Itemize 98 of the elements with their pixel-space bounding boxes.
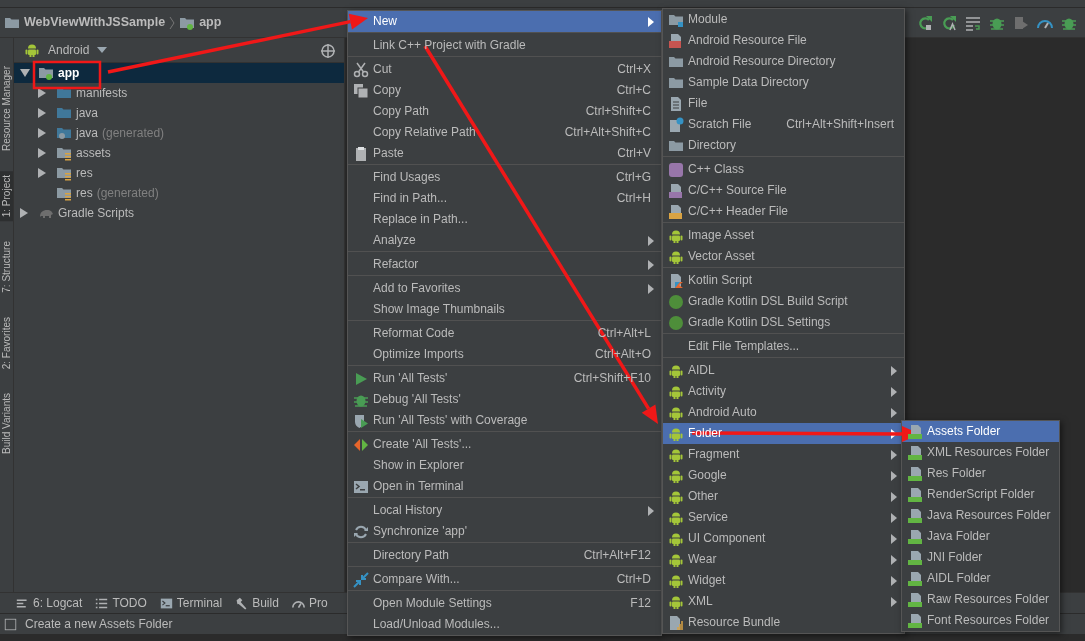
menu-item[interactable]: Find Usages Ctrl+G xyxy=(348,167,661,188)
shortcut-label: Ctrl+Alt+Shift+C xyxy=(563,124,651,141)
menu-item[interactable]: Android Resource File xyxy=(663,30,904,51)
menu-item[interactable]: C/C++ Source File xyxy=(663,180,904,201)
menu-item[interactable]: Directory xyxy=(663,135,904,156)
menu-item[interactable]: Assets Folder xyxy=(902,421,1059,442)
menu-item[interactable]: C/C++ Header File xyxy=(663,201,904,222)
menu-item[interactable]: Refactor xyxy=(348,254,661,275)
menu-item[interactable]: Raw Resources Folder xyxy=(902,589,1059,610)
menu-item[interactable]: Kotlin Script xyxy=(663,270,904,291)
tree-row[interactable]: java xyxy=(14,103,344,123)
shortcut-label: F12 xyxy=(629,595,651,612)
menu-item[interactable]: Load/Unload Modules... xyxy=(348,614,661,635)
tree-row[interactable]: Gradle Scripts xyxy=(14,203,344,223)
tree-row[interactable]: app xyxy=(14,63,344,83)
menu-item[interactable]: Image Asset xyxy=(663,225,904,246)
menu-item[interactable]: JNI Folder xyxy=(902,547,1059,568)
menu-item[interactable]: Service xyxy=(663,507,904,528)
menu-item[interactable]: Copy Ctrl+C xyxy=(348,80,661,101)
menu-item[interactable]: Debug 'All Tests' xyxy=(348,389,661,410)
menu-item[interactable]: AIDL Folder xyxy=(902,568,1059,589)
tool-tab[interactable]: Pro xyxy=(308,594,328,612)
shortcut-label: Ctrl+V xyxy=(616,145,651,162)
menu-item[interactable]: Sample Data Directory xyxy=(663,72,904,93)
menu-item[interactable]: Link C++ Project with Gradle xyxy=(348,35,661,56)
menu-item[interactable]: Run 'All Tests' with Coverage xyxy=(348,410,661,431)
menu-item[interactable]: XML Resources Folder xyxy=(902,442,1059,463)
tree-row[interactable]: res xyxy=(14,163,344,183)
menu-item[interactable]: Edit File Templates... xyxy=(663,336,904,357)
menu-item[interactable]: Wear xyxy=(663,549,904,570)
shortcut-label: Ctrl+Alt+F12 xyxy=(582,547,651,564)
menu-item[interactable]: Analyze xyxy=(348,230,661,251)
status-message: Create a new Assets Folder xyxy=(25,616,173,633)
menu-item[interactable]: Fragment xyxy=(663,444,904,465)
tool-tab[interactable]: TODO xyxy=(112,594,147,612)
menu-item[interactable]: Local History xyxy=(348,500,661,521)
shortcut-label: Ctrl+X xyxy=(616,61,651,78)
view-selector[interactable]: Android xyxy=(48,41,90,59)
menu-item[interactable]: Font Resources Folder xyxy=(902,610,1059,631)
menu-item[interactable]: File xyxy=(663,93,904,114)
breadcrumb-item[interactable]: WebViewWithJSSample xyxy=(24,13,166,32)
menu-item[interactable]: Copy Relative Path Ctrl+Alt+Shift+C xyxy=(348,122,661,143)
menu-item[interactable]: Find in Path... Ctrl+H xyxy=(348,188,661,209)
menu-item[interactable]: Module xyxy=(663,9,904,30)
menu-item[interactable]: Synchronize 'app' xyxy=(348,521,661,542)
menu-item[interactable]: Create 'All Tests'... xyxy=(348,434,661,455)
menu-item[interactable]: C++ Class xyxy=(663,159,904,180)
shortcut-label: Ctrl+G xyxy=(615,169,651,186)
shortcut-label: Ctrl+Shift+C xyxy=(584,103,651,120)
menu-item[interactable]: Replace in Path... xyxy=(348,209,661,230)
menu-item[interactable]: Resource Bundle xyxy=(663,612,904,633)
tree-row[interactable]: manifests xyxy=(14,83,344,103)
menu-item[interactable]: Vector Asset xyxy=(663,246,904,267)
shortcut-label: Ctrl+Alt+Shift+Insert xyxy=(785,116,894,133)
generated-note: (generated) xyxy=(96,185,159,202)
tree-row[interactable]: java (generated) xyxy=(14,123,344,143)
menu-item[interactable]: Compare With... Ctrl+D xyxy=(348,569,661,590)
menu-item[interactable]: Java Folder xyxy=(902,526,1059,547)
tool-window-tab[interactable]: Resource Manager xyxy=(0,62,13,156)
menu-item[interactable]: Gradle Kotlin DSL Build Script xyxy=(663,291,904,312)
menu-item[interactable]: Android Resource Directory xyxy=(663,51,904,72)
tool-tab[interactable]: Build xyxy=(252,594,279,612)
menu-item[interactable]: AIDL xyxy=(663,360,904,381)
menu-item[interactable]: Widget xyxy=(663,570,904,591)
menu-item[interactable]: Res Folder xyxy=(902,463,1059,484)
menu-item[interactable]: Open Module Settings F12 xyxy=(348,593,661,614)
menu-item[interactable]: Activity xyxy=(663,381,904,402)
menu-item[interactable]: Show Image Thumbnails xyxy=(348,299,661,320)
tool-window-tab[interactable]: Build Variants xyxy=(0,389,13,459)
tool-tab[interactable]: 6: Logcat xyxy=(33,594,83,612)
tool-window-tab[interactable]: 7: Structure xyxy=(0,237,13,297)
shortcut-label: Ctrl+C xyxy=(615,82,651,99)
tree-row[interactable]: assets xyxy=(14,143,344,163)
breadcrumb-item[interactable]: app xyxy=(199,13,222,32)
menu-item[interactable]: Google xyxy=(663,465,904,486)
menu-item[interactable]: Add to Favorites xyxy=(348,278,661,299)
menu-item[interactable]: New xyxy=(348,11,661,32)
menu-item[interactable]: Gradle Kotlin DSL Settings xyxy=(663,312,904,333)
tool-window-tab[interactable]: 2: Favorites xyxy=(0,313,13,374)
menu-item[interactable]: Java Resources Folder xyxy=(902,505,1059,526)
generated-note: (generated) xyxy=(102,125,165,142)
tool-window-tab[interactable]: 1: Project xyxy=(0,171,13,222)
menu-item[interactable]: Copy Path Ctrl+Shift+C xyxy=(348,101,661,122)
menu-item[interactable]: Cut Ctrl+X xyxy=(348,59,661,80)
menu-item[interactable]: Directory Path Ctrl+Alt+F12 xyxy=(348,545,661,566)
menu-item[interactable]: Open in Terminal xyxy=(348,476,661,497)
menu-item[interactable]: Scratch File Ctrl+Alt+Shift+Insert xyxy=(663,114,904,135)
menu-item[interactable]: UI Component xyxy=(663,528,904,549)
menu-item[interactable]: Show in Explorer xyxy=(348,455,661,476)
menu-item[interactable]: Android Auto xyxy=(663,402,904,423)
menu-item[interactable]: RenderScript Folder xyxy=(902,484,1059,505)
shortcut-label: Ctrl+H xyxy=(615,190,651,207)
menu-item[interactable]: XML xyxy=(663,591,904,612)
tree-row[interactable]: res (generated) xyxy=(14,183,344,203)
menu-item[interactable]: Paste Ctrl+V xyxy=(348,143,661,164)
tool-tab[interactable]: Terminal xyxy=(176,594,223,612)
shortcut-label: Ctrl+D xyxy=(615,571,651,588)
menu-item[interactable]: Other xyxy=(663,486,904,507)
